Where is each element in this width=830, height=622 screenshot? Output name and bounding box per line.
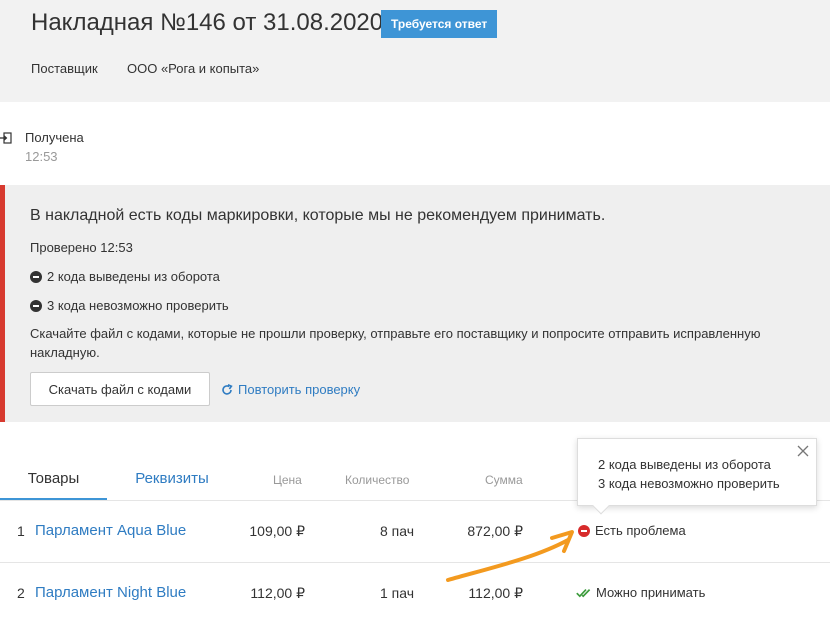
download-codes-button[interactable]: Скачать файл с кодами	[30, 372, 210, 406]
tooltip-line: 2 кода выведены из оборота	[598, 457, 771, 472]
alert-issue-item: 3 кода невозможно проверить	[30, 298, 229, 313]
tab-requisites[interactable]: Реквизиты	[107, 458, 237, 500]
minus-circle-icon	[30, 299, 42, 312]
alert-issue-item: 2 кода выведены из оборота	[30, 269, 220, 284]
status-time: 12:53	[25, 149, 58, 164]
status-badge: Требуется ответ	[381, 10, 498, 38]
alert-issue-label: 3 кода невозможно проверить	[47, 298, 229, 313]
supplier-label: Поставщик	[31, 61, 98, 76]
alert-checked-time: Проверено 12:53	[30, 240, 133, 255]
tooltip-line: 3 кода невозможно проверить	[598, 476, 780, 491]
retry-check-link[interactable]: Повторить проверку	[221, 382, 360, 397]
marking-codes-alert: В накладной есть коды маркировки, которы…	[0, 185, 830, 422]
alert-title: В накладной есть коды маркировки, которы…	[30, 207, 606, 224]
column-header-quantity: Количество	[345, 473, 410, 487]
column-header-sum: Сумма	[485, 473, 523, 487]
product-name-link[interactable]: Парламент Aqua Blue	[35, 522, 186, 539]
row-quantity: 8 пач	[379, 523, 414, 539]
alert-issue-label: 2 кода выведены из оборота	[47, 269, 220, 284]
status-tooltip: 2 кода выведены из оборота 3 кода невозм…	[577, 438, 817, 506]
retry-check-label: Повторить проверку	[238, 382, 361, 397]
page-title: Накладная №146 от 31.08.2020	[31, 9, 384, 36]
alert-description: Скачайте файл с кодами, которые не прошл…	[30, 326, 761, 360]
row-status-label: Есть проблема	[595, 523, 686, 538]
status-text: Получена	[25, 130, 84, 145]
invoice-header: Накладная №146 от 31.08.2020 Требуется о…	[0, 0, 830, 102]
tab-goods[interactable]: Товары	[0, 458, 107, 500]
column-header-price: Цена	[273, 473, 302, 487]
minus-circle-icon	[30, 270, 42, 283]
sign-in-icon	[0, 132, 12, 144]
row-price: 112,00 ₽	[250, 585, 305, 601]
supplier-value: ООО «Рога и копыта»	[127, 61, 260, 76]
refresh-icon	[222, 383, 233, 395]
annotation-arrow-icon	[446, 530, 574, 582]
row-divider	[0, 562, 830, 563]
row-quantity: 1 пач	[379, 585, 414, 601]
close-icon[interactable]	[796, 444, 810, 458]
product-name-link[interactable]: Парламент Night Blue	[35, 584, 186, 601]
row-price: 109,00 ₽	[249, 523, 305, 539]
row-status-label: Можно принимать	[596, 585, 706, 600]
row-index: 2	[17, 585, 25, 601]
row-index: 1	[17, 523, 25, 539]
